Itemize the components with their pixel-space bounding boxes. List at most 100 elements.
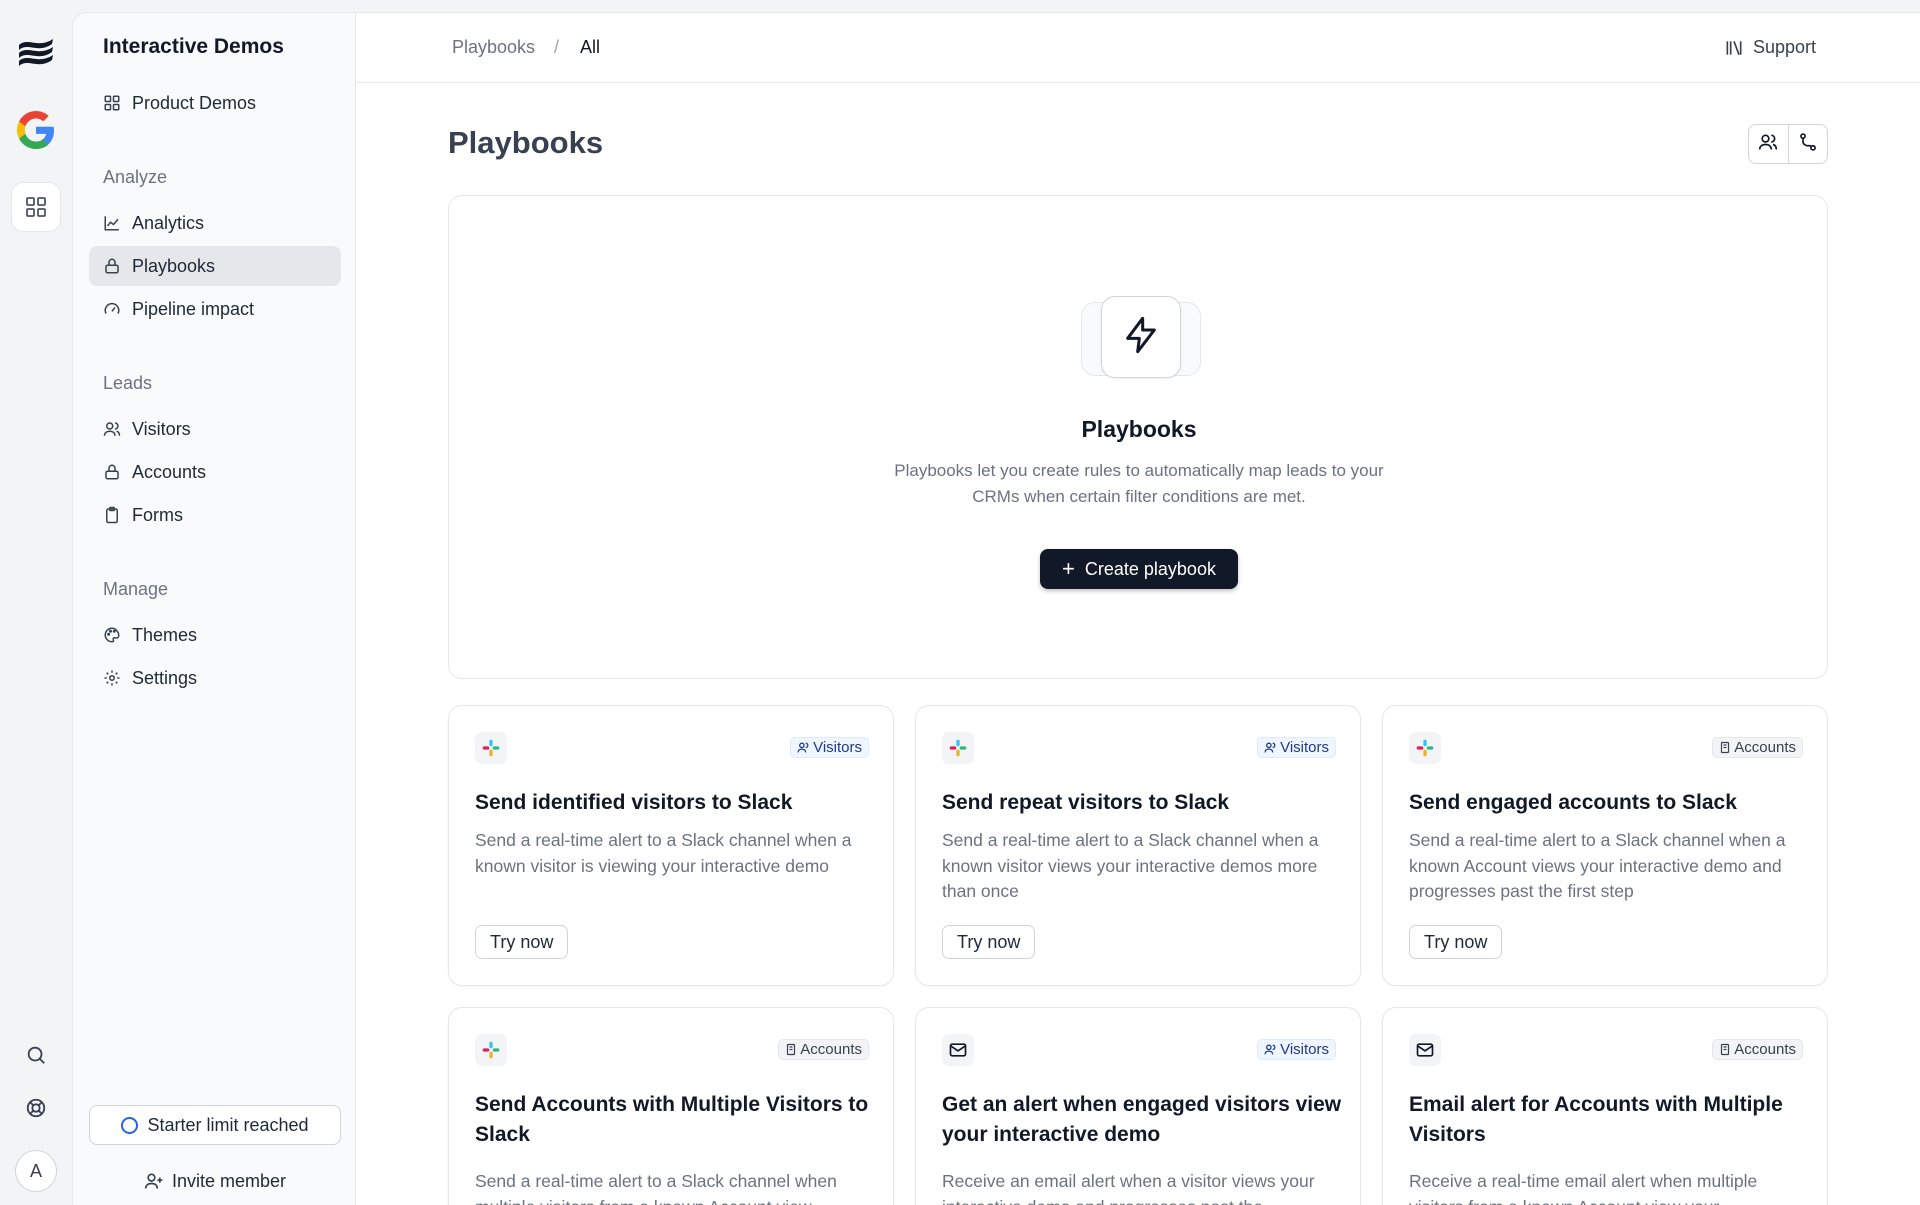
google-app-icon[interactable]: [11, 105, 61, 155]
card-badge-label: Visitors: [1280, 1041, 1329, 1058]
accounts-badge-icon: [785, 1043, 797, 1056]
sidebar-item-label: Analytics: [132, 212, 205, 233]
search-icon[interactable]: [22, 1041, 50, 1069]
sidebar: Interactive Demos Product Demos Analyze …: [72, 12, 356, 1205]
playbook-card[interactable]: Visitors Send identified visitors to Slac…: [448, 705, 894, 986]
page-title: Playbooks: [448, 125, 604, 160]
card-badge-label: Visitors: [813, 739, 862, 756]
route-view-button[interactable]: [1787, 125, 1827, 163]
card-badge: Visitors: [790, 737, 869, 758]
sidebar-item-accounts[interactable]: Accounts: [89, 452, 341, 492]
visitors-badge-icon: [797, 741, 810, 754]
mail-icon: [1409, 1034, 1441, 1066]
playbook-card[interactable]: Accounts Send engaged accounts to Slack Se…: [1382, 705, 1828, 986]
playbook-card[interactable]: Visitors Send repeat visitors to Slack Sen…: [915, 705, 1361, 986]
empty-state-title: Playbooks: [1081, 416, 1197, 442]
playbook-card[interactable]: Visitors Get an alert when engaged visito…: [915, 1007, 1361, 1205]
brand-logo-icon[interactable]: [14, 28, 58, 72]
sidebar-item-themes[interactable]: Themes: [89, 615, 341, 655]
card-description: Send a real-time alert to a Slack channe…: [1409, 830, 1786, 901]
card-badge-label: Accounts: [1734, 739, 1796, 756]
accounts-badge-icon: [1719, 741, 1731, 754]
invite-member-label: Invite member: [171, 1170, 287, 1191]
slack-icon: [475, 1034, 507, 1066]
playbook-card[interactable]: Accounts Send Accounts with Multiple Visi…: [448, 1007, 894, 1205]
sidebar-item-label: Settings: [132, 667, 198, 688]
try-now-button[interactable]: Try now: [942, 925, 1036, 959]
line-chart-icon: [102, 213, 122, 233]
stack-front-card: [1101, 296, 1181, 378]
breadcrumb-all: All: [580, 37, 601, 57]
sidebar-item-label: Pipeline impact: [132, 298, 255, 319]
slack-icon: [1409, 732, 1441, 764]
circle-progress-icon: [121, 1116, 139, 1134]
sidebar-item-product-demos[interactable]: Product Demos: [89, 83, 341, 123]
sidebar-item-label: Accounts: [132, 461, 207, 482]
card-badge: Accounts: [1712, 737, 1803, 758]
users-icon: [1758, 132, 1778, 157]
section-label-analyze: Analyze: [103, 167, 168, 187]
create-playbook-label: Create playbook: [1084, 558, 1216, 579]
visitors-badge-icon: [1264, 741, 1277, 754]
card-description: Send a real-time alert to a Slack channe…: [475, 830, 852, 876]
plus-icon: +: [1062, 556, 1075, 581]
card-badge-label: Accounts: [1734, 1041, 1796, 1058]
gauge-icon: [102, 299, 122, 319]
mail-icon: [942, 1034, 974, 1066]
slack-icon: [942, 732, 974, 764]
view-toggle-group: [1748, 124, 1828, 164]
sidebar-item-pipeline-impact[interactable]: Pipeline impact: [89, 289, 341, 329]
app-rail: A: [0, 0, 72, 1205]
user-avatar[interactable]: A: [15, 1150, 57, 1192]
playbook-card[interactable]: Accounts Email alert for Accounts with Mu…: [1382, 1007, 1828, 1205]
create-playbook-button[interactable]: + Create playbook: [1040, 549, 1238, 589]
card-description: Send a real-time alert to a Slack channe…: [942, 830, 1319, 901]
support-label: Support: [1752, 37, 1816, 57]
card-title: Send engaged accounts to Slack: [1409, 791, 1737, 814]
grid-icon: [102, 93, 122, 113]
sidebar-item-label: Playbooks: [132, 255, 216, 276]
card-title: Send identified visitors to Slack: [475, 791, 793, 814]
sidebar-item-settings[interactable]: Settings: [89, 658, 341, 698]
sidebar-item-label: Visitors: [132, 418, 191, 439]
main-content: Playbooks / All Support Playbooks Playbo…: [356, 12, 1920, 1205]
visitors-badge-icon: [1264, 1043, 1277, 1056]
card-badge-label: Accounts: [800, 1041, 862, 1058]
card-badge: Visitors: [1257, 737, 1336, 758]
breadcrumb-separator: /: [554, 37, 560, 57]
card-badge: Accounts: [1712, 1039, 1803, 1060]
sidebar-item-label: Forms: [132, 504, 183, 525]
section-label-leads: Leads: [103, 373, 153, 393]
workspace-title: Interactive Demos: [103, 35, 284, 58]
try-now-button[interactable]: Try now: [475, 925, 569, 959]
sidebar-item-analytics[interactable]: Analytics: [89, 203, 341, 243]
clipboard-icon: [102, 505, 122, 525]
users-icon: [102, 419, 122, 439]
sidebar-item-visitors[interactable]: Visitors: [89, 409, 341, 449]
starter-limit-button[interactable]: Starter limit reached: [89, 1105, 341, 1145]
empty-state-panel: Playbooks Playbooks let you create rules…: [448, 195, 1828, 679]
users-view-button[interactable]: [1749, 125, 1788, 163]
top-bar: Playbooks / All Support: [356, 13, 1920, 83]
palette-icon: [102, 625, 122, 645]
breadcrumb-playbooks[interactable]: Playbooks: [452, 37, 535, 58]
empty-state-illustration: [1081, 296, 1201, 378]
help-lifebuoy-icon[interactable]: [22, 1094, 50, 1122]
card-description: Send a real-time alert to a Slack channe…: [475, 1171, 837, 1205]
card-title: Email alert for Accounts with Multiple V…: [1409, 1093, 1783, 1146]
card-title: Send repeat visitors to Slack: [942, 791, 1230, 814]
empty-state-description: Playbooks let you create rules to automa…: [894, 461, 1384, 506]
user-plus-icon: [144, 1171, 164, 1191]
invite-member-button[interactable]: Invite member: [89, 1163, 341, 1199]
support-link[interactable]: Support: [1724, 37, 1816, 58]
card-title: Get an alert when engaged visitors view …: [942, 1093, 1342, 1146]
card-description: Receive an email alert when a visitor vi…: [942, 1171, 1315, 1205]
sidebar-item-playbooks[interactable]: Playbooks: [89, 246, 341, 286]
section-label-manage: Manage: [103, 579, 169, 599]
try-now-button[interactable]: Try now: [1409, 925, 1503, 959]
apps-grid-icon[interactable]: [11, 182, 61, 232]
starter-limit-label: Starter limit reached: [147, 1114, 309, 1135]
card-title: Send Accounts with Multiple Visitors to …: [475, 1093, 869, 1146]
sidebar-item-forms[interactable]: Forms: [89, 495, 341, 535]
lock-icon: [102, 462, 122, 482]
